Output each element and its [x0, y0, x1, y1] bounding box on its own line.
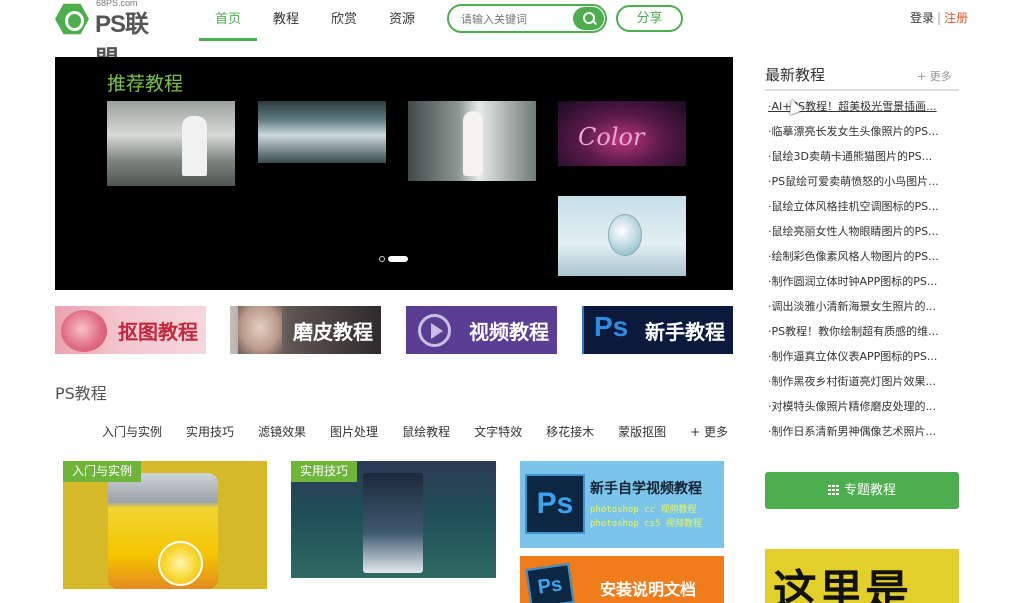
carousel-dot-2[interactable] [388, 256, 408, 262]
latest-list: ·AI+PS教程！超美极光雪景插画... ·临摹漂亮长发女生头像照片的PS...… [768, 96, 958, 446]
register-link[interactable]: 注册 [944, 11, 968, 25]
ps-logo-icon: Ps [525, 474, 585, 534]
category-retouch[interactable]: 磨皮教程 [230, 306, 381, 354]
video-course-card[interactable]: Ps 新手自学视频教程 photoshop cc 视频教程 photoshop … [520, 461, 724, 548]
topic-tutorials-label: 专题教程 [843, 483, 896, 498]
video-course-line-1: photoshop cc 视频教程 [590, 505, 697, 515]
subnav-text-effects[interactable]: 文字特效 [474, 423, 522, 440]
banner-thumb-5[interactable] [558, 196, 686, 276]
carousel-dot-1[interactable] [379, 256, 385, 262]
main-nav: 首页 教程 欣赏 资源 [199, 0, 431, 41]
list-item[interactable]: ·制作圆润立体时钟APP图标的PS... [768, 271, 958, 296]
category-video-label: 视频教程 [469, 320, 549, 344]
list-item[interactable]: ·鼠绘立体风格挂机空调图标的PS... [768, 196, 958, 221]
list-item[interactable]: ·调出淡雅小清新海景女生照片的... [768, 296, 958, 321]
search-input[interactable] [461, 10, 571, 28]
latest-title: 最新教程 [765, 66, 826, 84]
face-image [238, 306, 282, 354]
recommended-banner: 推荐教程 Color [55, 57, 733, 290]
search-box [447, 4, 607, 33]
card-tag: 入门与实例 [63, 461, 142, 482]
video-course-line-2: photoshop cs5 视频教程 [590, 519, 702, 529]
ps-logo-icon: Ps [525, 563, 575, 603]
list-item[interactable]: ·对模特头像照片精修磨皮处理的... [768, 396, 958, 421]
category-cutout[interactable]: 抠图教程 [55, 306, 206, 354]
latest-more-link[interactable]: + 更多 [917, 68, 952, 84]
list-item[interactable]: ·PS教程！教你绘制超有质感的维... [768, 321, 958, 346]
tutorial-card-basics[interactable]: 入门与实例 [63, 461, 267, 589]
section-title: PS教程 [55, 384, 107, 403]
banner-thumb-1[interactable] [107, 101, 235, 186]
banner-thumb-4[interactable]: Color [558, 101, 686, 166]
card-tag: 实用技巧 [291, 461, 358, 482]
share-button[interactable]: 分享 [616, 5, 683, 32]
nav-gallery[interactable]: 欣赏 [315, 0, 373, 41]
login-link[interactable]: 登录 [910, 11, 934, 25]
nav-home[interactable]: 首页 [199, 0, 257, 41]
auth-links: 登录 | 注册 [910, 9, 968, 26]
subnav-photo[interactable]: 图片处理 [330, 423, 378, 440]
nav-tutorials[interactable]: 教程 [257, 0, 315, 41]
subnav-drawing[interactable]: 鼠绘教程 [402, 423, 450, 440]
install-doc-card[interactable]: Ps 安装说明文档 [520, 556, 724, 603]
topic-tutorials-button[interactable]: 专题教程 [765, 472, 959, 509]
banner-thumb-2[interactable] [258, 101, 386, 163]
search-icon[interactable] [573, 7, 604, 30]
banner-title: 推荐教程 [107, 73, 184, 95]
logo-mark-icon [55, 3, 89, 35]
category-cutout-label: 抠图教程 [118, 320, 198, 344]
list-item[interactable]: ·鼠绘亮丽女性人物眼睛图片的PS... [768, 221, 958, 246]
subnav-more[interactable]: + 更多 [690, 423, 728, 440]
list-item[interactable]: ·绘制彩色像素风格人物图片的PS... [768, 246, 958, 271]
carousel-dots [379, 256, 411, 262]
tutorial-card-tips[interactable]: 实用技巧 [291, 461, 496, 578]
video-course-title: 新手自学视频教程 [590, 481, 702, 497]
section-subnav: 入门与实例 实用技巧 滤镜效果 图片处理 鼠绘教程 文字特效 移花接木 蒙版抠图… [102, 423, 752, 440]
subnav-basics[interactable]: 入门与实例 [102, 423, 162, 440]
ad-text: 这里是 [773, 566, 911, 603]
subnav-filters[interactable]: 滤镜效果 [258, 423, 306, 440]
play-icon [418, 314, 451, 347]
subnav-compositing[interactable]: 移花接木 [546, 423, 594, 440]
category-beginner[interactable]: Ps 新手教程 [582, 306, 733, 354]
list-item[interactable]: ·PS鼠绘可爱卖萌愤怒的小鸟图片... [768, 171, 958, 196]
category-beginner-label: 新手教程 [645, 320, 725, 344]
subnav-tips[interactable]: 实用技巧 [186, 423, 234, 440]
list-item[interactable]: ·制作逼真立体仪表APP图标的PS... [768, 346, 958, 371]
list-item[interactable]: ·鼠绘3D卖萌卡通熊猫图片的PS... [768, 146, 958, 171]
site-logo[interactable]: 68PS.com PS联盟 [55, 0, 165, 73]
sidebar-ad[interactable]: 这里是 [765, 549, 959, 603]
banner-thumb-3[interactable] [408, 101, 536, 181]
auth-separator: | [937, 11, 942, 25]
ps-logo-icon: Ps [594, 311, 629, 342]
night-scene-image [363, 473, 423, 573]
category-video[interactable]: 视频教程 [406, 306, 557, 354]
nav-resources[interactable]: 资源 [373, 0, 431, 41]
grid-icon [827, 485, 840, 495]
banner-thumb-4-text: Color [578, 123, 645, 151]
list-item[interactable]: ·临摹漂亮长发女生头像照片的PS... [768, 121, 958, 146]
list-item[interactable]: ·制作黑夜乡村街道亮灯图片效果... [768, 371, 958, 396]
lemon-image [158, 541, 203, 586]
rose-image [61, 310, 107, 352]
subnav-mask[interactable]: 蒙版抠图 [618, 423, 666, 440]
latest-divider [765, 89, 959, 91]
list-item[interactable]: ·制作日系清新男神偶像艺术照片... [768, 421, 958, 446]
category-retouch-label: 磨皮教程 [293, 320, 373, 344]
install-doc-title: 安装说明文档 [600, 580, 697, 599]
